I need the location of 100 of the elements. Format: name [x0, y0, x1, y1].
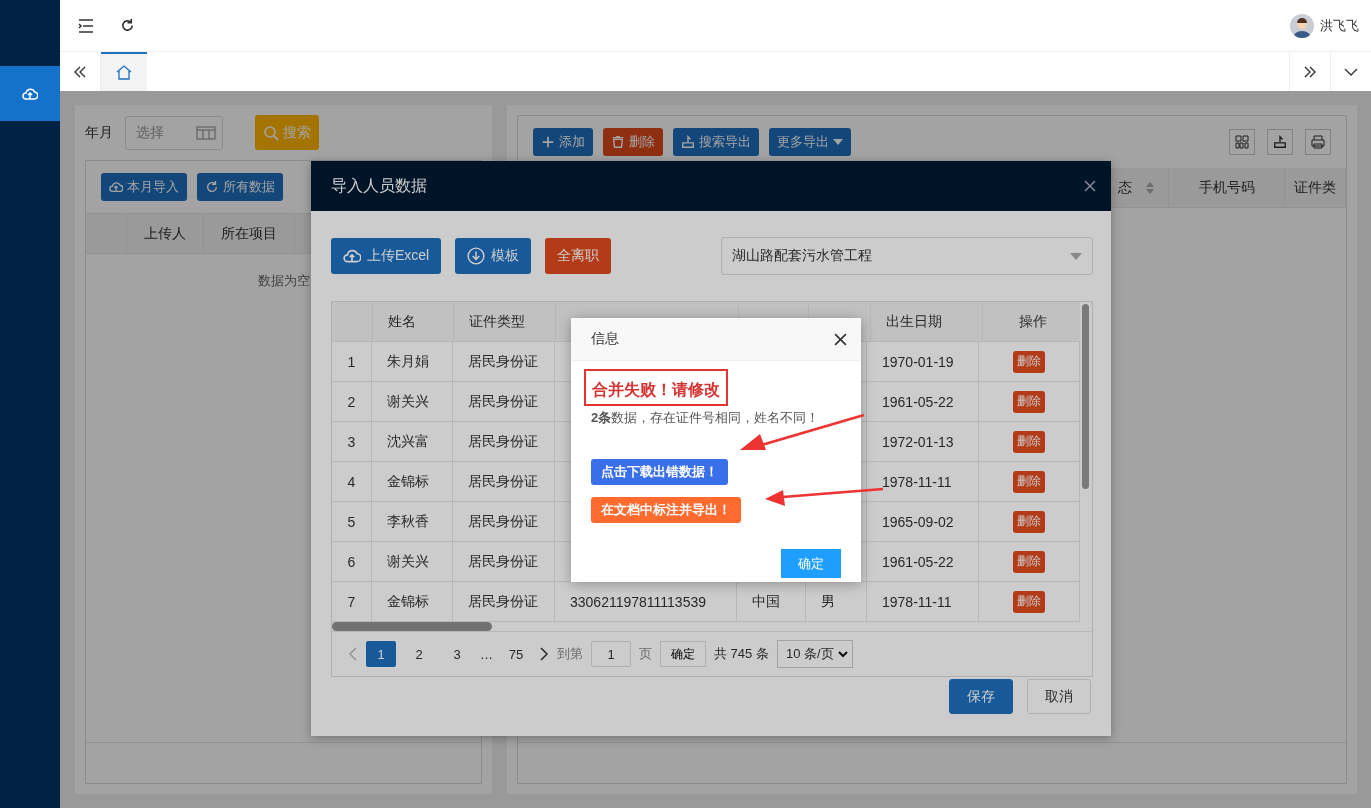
- caret-icon: [1070, 252, 1082, 260]
- error-heading: 合并失败！请修改: [584, 369, 728, 406]
- filter-label: 年月: [85, 123, 113, 142]
- goto-button[interactable]: 确定: [660, 641, 706, 667]
- row-number: 3: [332, 422, 372, 461]
- scrollbar-thumb[interactable]: [332, 622, 492, 631]
- name-cell: 谢关兴: [372, 382, 453, 421]
- cancel-button[interactable]: 取消: [1027, 679, 1091, 714]
- columns-button[interactable]: [1229, 129, 1255, 155]
- toolbar-button[interactable]: 本月导入: [101, 173, 187, 201]
- error-detail: 2条数据，存在证件号相同，姓名不同！: [591, 409, 820, 427]
- delete-button[interactable]: 删除: [1013, 590, 1045, 613]
- sidebar-item[interactable]: [0, 66, 60, 121]
- name-cell: 李秋香: [372, 502, 453, 541]
- delete-button[interactable]: 删除: [1013, 390, 1045, 413]
- ellipsis: …: [480, 646, 493, 662]
- birth-date-cell: 1972-01-13: [867, 422, 979, 461]
- menu-icon[interactable]: [78, 18, 94, 33]
- id-type-cell: 居民身份证: [453, 382, 555, 421]
- confirm-button[interactable]: 确定: [781, 549, 841, 578]
- caret-icon: [833, 138, 843, 146]
- user-name[interactable]: 洪飞飞: [1320, 16, 1359, 35]
- double-chevron-right-icon[interactable]: [1303, 65, 1317, 78]
- toolbar-button[interactable]: 添加: [533, 128, 593, 156]
- name-cell: 朱月娟: [372, 342, 453, 381]
- project-select[interactable]: 湖山路配套污水管工程: [721, 237, 1093, 275]
- birth-date-cell: 1965-09-02: [867, 502, 979, 541]
- print-button[interactable]: [1305, 129, 1331, 155]
- export-button[interactable]: [1267, 129, 1293, 155]
- plus-icon: [541, 135, 555, 149]
- refresh-icon[interactable]: [120, 18, 135, 33]
- page-unit: 页: [639, 645, 652, 663]
- toolbar-button[interactable]: 更多导出: [769, 128, 851, 156]
- save-button[interactable]: 保存: [949, 679, 1013, 714]
- row-number: 2: [332, 382, 372, 421]
- grid-icon: [1235, 135, 1249, 149]
- birth-date-cell: 1978-11-11: [867, 582, 979, 621]
- dialog-title: 信息: [591, 330, 619, 348]
- birth-date-cell: 1961-05-22: [867, 382, 979, 421]
- column-header: 证件类: [1285, 168, 1346, 207]
- birth-date-cell: 1978-11-11: [867, 462, 979, 501]
- birth-date-cell: 1970-01-19: [867, 342, 979, 381]
- column-header: 姓名: [373, 302, 454, 341]
- export-icon: [1273, 135, 1287, 149]
- mark-export-button[interactable]: 在文档中标注并导出！: [591, 497, 741, 523]
- search-icon: [263, 124, 279, 141]
- cloud-upload-icon: [343, 247, 361, 265]
- delete-button[interactable]: 删除: [1013, 430, 1045, 453]
- column-header: 证件类型: [454, 302, 556, 341]
- scrollbar-thumb[interactable]: [1082, 304, 1089, 489]
- row-number: 7: [332, 582, 372, 621]
- column-header: 所在项目: [204, 214, 295, 253]
- date-field[interactable]: 选择: [125, 115, 223, 150]
- page-size-select[interactable]: 10 条/页: [776, 640, 853, 668]
- page-input[interactable]: 1: [591, 641, 631, 667]
- id-type-cell: 居民身份证: [453, 542, 555, 581]
- row-number: 4: [332, 462, 372, 501]
- delete-button[interactable]: 删除: [1013, 350, 1045, 373]
- chevron-down-icon[interactable]: [1344, 67, 1358, 76]
- page-button[interactable]: 1: [366, 641, 396, 667]
- refresh-icon: [205, 180, 219, 194]
- id-type-cell: 居民身份证: [453, 582, 555, 621]
- download-errors-button[interactable]: 点击下载出错数据！: [591, 459, 728, 485]
- close-icon[interactable]: [1084, 180, 1096, 192]
- avatar[interactable]: [1290, 13, 1314, 38]
- delete-button[interactable]: 删除: [1013, 470, 1045, 493]
- page-button[interactable]: 3: [442, 641, 472, 667]
- total-count: 共 745 条: [714, 645, 769, 663]
- cloud-upload-icon: [22, 85, 38, 102]
- id-type-cell: 居民身份证: [453, 502, 555, 541]
- home-tab[interactable]: [101, 52, 147, 91]
- delete-button[interactable]: 删除: [1013, 510, 1045, 533]
- toolbar-button[interactable]: 搜索导出: [673, 128, 759, 156]
- column-header: 上传人: [127, 214, 204, 253]
- name-cell: 沈兴富: [372, 422, 453, 461]
- toolbar-button[interactable]: 所有数据: [197, 173, 283, 201]
- calendar-icon: [196, 125, 216, 140]
- home-icon: [116, 65, 132, 80]
- double-chevron-left-icon[interactable]: [73, 65, 87, 78]
- toolbar-button[interactable]: 全离职: [545, 238, 612, 274]
- page-button[interactable]: 2: [404, 641, 434, 667]
- export-icon: [681, 135, 695, 149]
- page-button[interactable]: 75: [501, 641, 531, 667]
- chevron-right-icon[interactable]: [539, 647, 549, 661]
- birth-date-cell: 1961-05-22: [867, 542, 979, 581]
- id-type-cell: 居民身份证: [453, 462, 555, 501]
- toolbar-button[interactable]: 删除: [603, 128, 663, 156]
- delete-button[interactable]: 删除: [1013, 550, 1045, 573]
- dialog-title: 导入人员数据: [331, 175, 427, 196]
- row-number: 6: [332, 542, 372, 581]
- column-header: 出生日期: [871, 302, 983, 341]
- row-number: 5: [332, 502, 372, 541]
- printer-icon: [1311, 135, 1325, 149]
- chevron-down-icon: [837, 650, 848, 658]
- toolbar-button[interactable]: 模板: [455, 238, 532, 274]
- trash-icon: [611, 135, 625, 149]
- id-type-cell: 居民身份证: [453, 342, 555, 381]
- close-icon[interactable]: [834, 332, 847, 346]
- toolbar-button[interactable]: 上传Excel: [331, 238, 442, 274]
- goto-label: 到第: [557, 645, 583, 663]
